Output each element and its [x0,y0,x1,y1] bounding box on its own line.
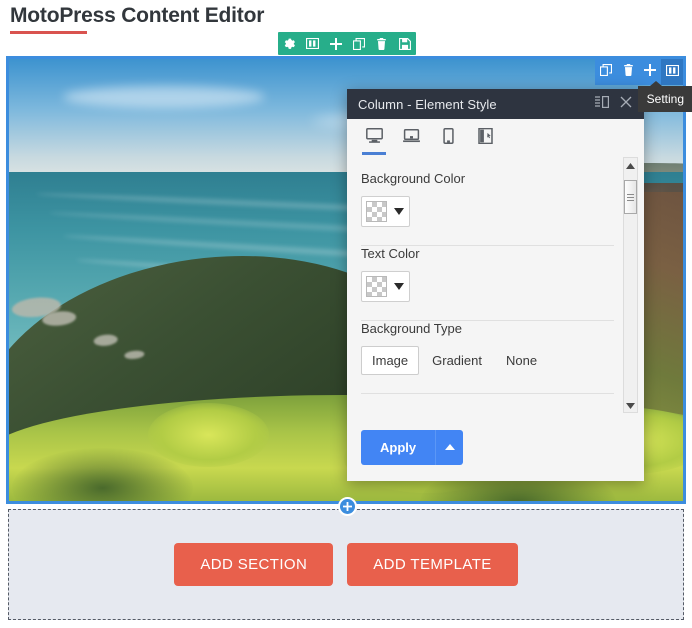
device-tab-bar [347,119,644,157]
background-color-label: Background Color [361,171,466,186]
device-tab-desktop[interactable] [361,121,387,155]
background-type-label: Background Type [361,321,462,336]
trash-icon [623,63,634,81]
transparent-swatch-icon [366,276,387,297]
trash-icon [376,37,387,50]
section-save-button[interactable] [393,32,416,55]
add-template-button[interactable]: ADD TEMPLATE [347,543,518,586]
copy-icon [352,37,365,50]
device-tab-laptop[interactable] [398,121,424,155]
copy-icon [599,63,613,81]
dock-layout-icon [595,95,610,113]
modal-footer: Apply [347,413,644,481]
background-type-options: Image Gradient None [361,346,614,375]
device-tab-responsive[interactable] [472,121,498,155]
column-duplicate-button[interactable] [595,59,617,85]
apply-button-group: Apply [361,429,464,465]
field-divider [361,393,614,394]
modal-scrollbar[interactable] [623,157,638,413]
section-duplicate-button[interactable] [347,32,370,55]
apply-dropdown-button[interactable] [435,429,464,465]
close-icon [620,95,632,113]
column-toolbar [595,59,683,85]
section-add-button[interactable] [324,32,347,55]
chevron-up-icon [626,157,635,174]
background-color-picker[interactable] [361,196,410,227]
scrollbar-up-button[interactable] [624,158,637,172]
column-delete-button[interactable] [617,59,639,85]
background-type-option-none[interactable]: None [495,346,548,375]
chevron-up-icon [444,444,455,450]
scrollbar-thumb[interactable] [624,180,637,214]
add-section-button[interactable]: ADD SECTION [174,543,334,586]
section-columns-button[interactable] [301,32,324,55]
field-background-color: Background Color [361,171,614,229]
mobile-icon [442,127,454,149]
modal-close-button[interactable] [614,92,638,116]
grip-icon [627,192,634,203]
add-section-area: ADD SECTION ADD TEMPLATE [8,509,684,620]
editor-root: MotoPress Content Editor Setting ADD SEC… [0,0,692,628]
photo-grass-tuft [148,402,269,467]
plus-icon [343,498,352,516]
columns-icon [665,63,679,81]
text-color-label: Text Color [361,246,420,261]
chevron-down-icon [394,208,404,215]
device-tab-mobile[interactable] [435,121,461,155]
responsive-panel-icon [477,127,493,149]
apply-button[interactable]: Apply [361,429,436,465]
field-background-type: Background Type Image Gradient None [361,321,614,377]
settings-tooltip: Setting [637,81,692,112]
chevron-down-icon [394,283,404,290]
text-color-picker[interactable] [361,271,410,302]
section-gear-button[interactable] [278,32,301,55]
element-style-modal: Column - Element Style Background Color … [347,89,644,481]
background-type-option-image[interactable]: Image [361,346,420,375]
section-toolbar [278,32,416,55]
scrollbar-down-button[interactable] [624,398,637,412]
photo-rock [92,333,119,347]
title-underline-rule [10,31,87,34]
photo-rock [123,349,144,360]
plus-icon [644,63,656,81]
background-type-option-gradient[interactable]: Gradient [421,346,493,375]
transparent-swatch-icon [366,201,387,222]
photo-cloud [62,85,266,108]
chevron-down-icon [626,396,635,413]
modal-body: Background Color Text Color Background T… [347,157,644,413]
plus-icon [329,37,342,50]
gear-icon [284,38,296,50]
add-row-button[interactable] [338,497,357,516]
field-text-color: Text Color [361,246,614,304]
page-title: MotoPress Content Editor [10,4,265,27]
modal-header[interactable]: Column - Element Style [347,89,644,119]
modal-dock-button[interactable] [590,92,614,116]
modal-title: Column - Element Style [358,96,497,112]
desktop-icon [365,128,383,148]
columns-icon [306,38,319,49]
laptop-icon [402,128,420,148]
column-settings-button[interactable] [661,59,683,85]
section-delete-button[interactable] [370,32,393,55]
save-icon [398,37,411,50]
